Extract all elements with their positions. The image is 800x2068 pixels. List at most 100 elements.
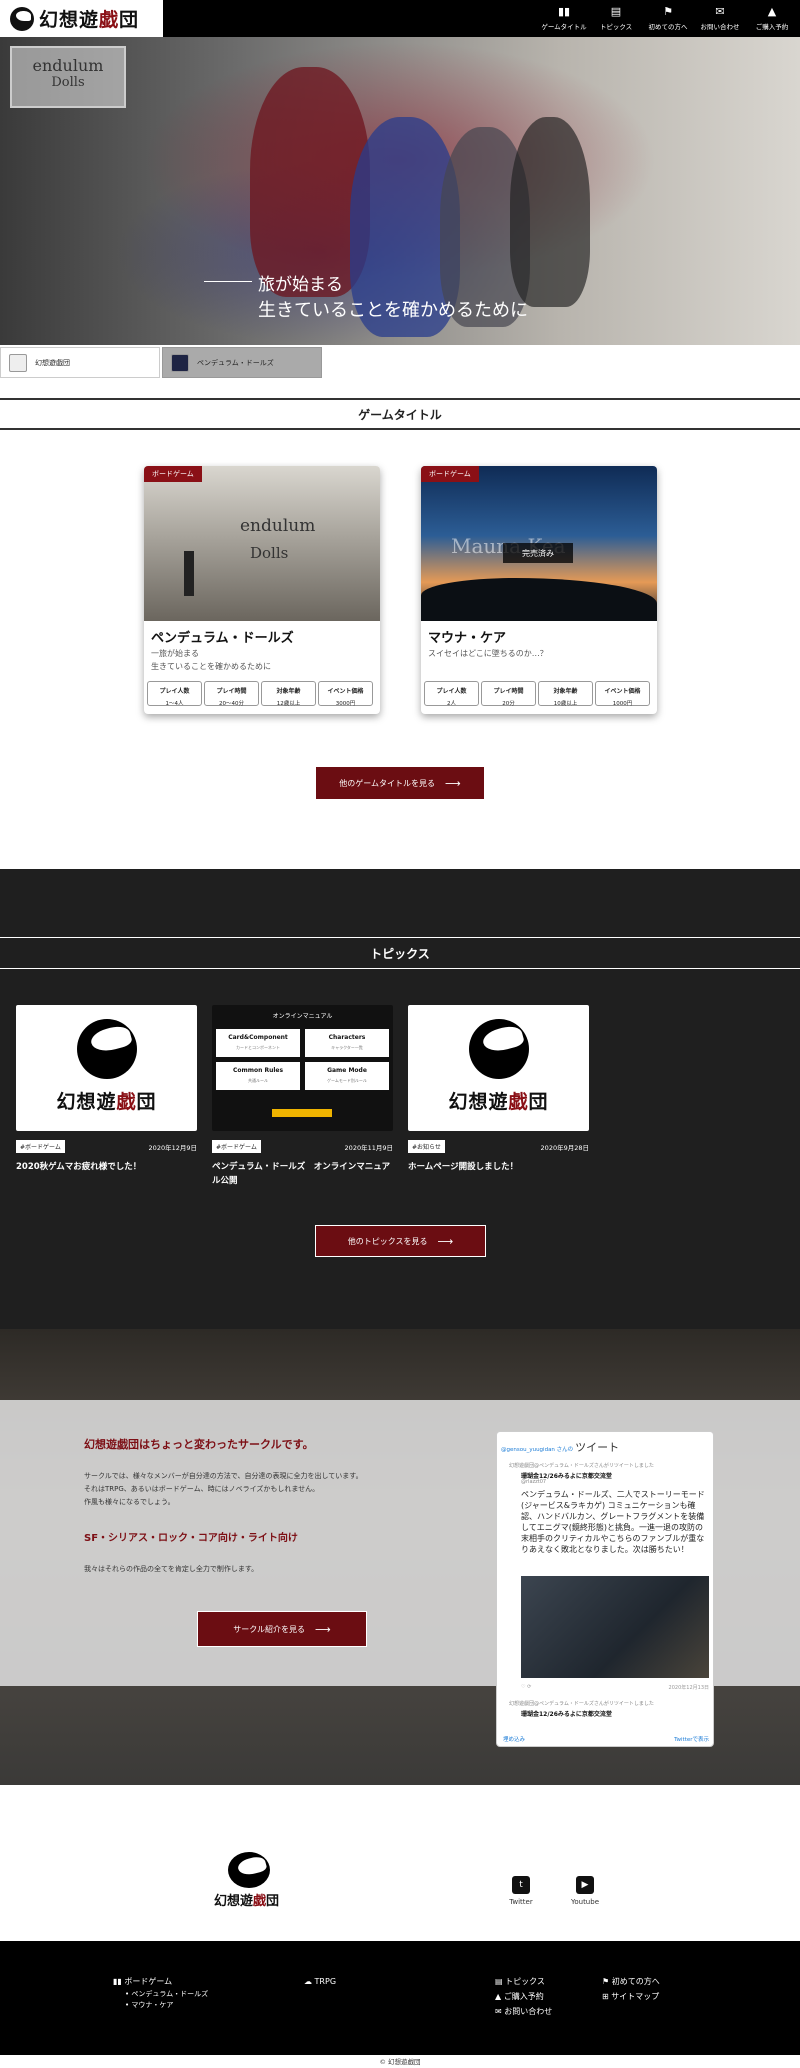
category-badge: ボードゲーム — [421, 466, 479, 482]
nav-game-titles[interactable]: ▮▮ ゲームタイトル — [540, 0, 588, 37]
category-badge: ボードゲーム — [144, 466, 202, 482]
footer-col-info: ▤ トピックス ▲ ご購入予約 ✉ お問い合わせ — [495, 1977, 553, 2016]
flag-icon: ⚑ — [663, 5, 673, 18]
site-footer: ▮▮ ボードゲーム • ペンデュラム・ドールズ • マウナ・ケア ☁ TRPG … — [0, 1941, 800, 2055]
global-nav: ▮▮ ゲームタイトル ▤ トピックス ⚑ 初めての方へ ✉ お問い合わせ ▲ ご購入予約 — [536, 0, 796, 37]
more-topics-button[interactable]: 他のトピックスを見る ⟶ — [315, 1225, 486, 1257]
twitter-timeline[interactable]: @gensou_yuugidan さんの ツイート 幻想遊戯団@ペンデュラム・ドー… — [496, 1431, 714, 1747]
topic-card[interactable]: 幻想遊戯団 #お知らせ 2020年9月28日 ホームページ開設しました！ — [408, 1005, 589, 1174]
hero-caption-1: 旅が始まる — [258, 275, 343, 295]
timeline-footer: 埋め込み Twitterで表示 — [503, 1737, 709, 1743]
section-heading-games: ゲームタイトル — [0, 398, 800, 430]
sold-out-label: 完売済み — [503, 543, 573, 563]
circle-logo-icon — [468, 1019, 529, 1079]
hero-character — [510, 117, 590, 307]
list-icon: ▤ — [495, 1977, 506, 1986]
timeline-title: @gensou_yuugidan さんの ツイート — [501, 1441, 620, 1454]
logo-text: 幻想遊戯団 — [39, 9, 140, 31]
chart-icon: ▮▮ — [113, 1977, 125, 1986]
bell-icon: ▲ — [767, 5, 777, 18]
caption-line — [204, 281, 252, 282]
topic-image: 幻想遊戯団 — [408, 1005, 589, 1131]
spec-age: 対象年齢 10歳以上 — [538, 681, 593, 707]
topic-title[interactable]: 2020秋ゲムマお疲れ様でした！ — [16, 1160, 197, 1174]
site-header: 幻想遊戯団 ▮▮ ゲームタイトル ▤ トピックス ⚑ 初めての方へ ✉ お問い合わせ ▲… — [0, 0, 800, 37]
tab-pendulum-dolls[interactable]: ペンデュラム・ドールズ — [162, 347, 322, 378]
twitter-icon: t — [512, 1876, 530, 1894]
topic-tag[interactable]: #ボードゲーム — [16, 1140, 65, 1153]
about-text-2: 我々はそれらの作品の全てを肯定し全力で制作します。 — [84, 1565, 259, 1573]
topic-date: 2020年12月9日 — [148, 1143, 197, 1152]
tweet-footer: ♡ ⟳ 2020年12月13日 — [521, 1684, 709, 1691]
mail-icon: ✉ — [715, 5, 725, 18]
island-silhouette — [421, 578, 657, 621]
game-specs: プレイ人数 1〜4人 プレイ時間 20〜40分 対象年齢 12歳以上 イベント価格 30… — [147, 681, 375, 707]
tweet-photo[interactable] — [521, 1576, 709, 1678]
game-desc: 一旅が始まる 生きていることを確かめるために — [151, 649, 271, 671]
youtube-link[interactable]: ▶ Youtube — [565, 1876, 605, 1906]
figure-silhouette — [184, 551, 194, 596]
more-games-button[interactable]: 他のゲームタイトルを見る ⟶ — [316, 767, 484, 799]
nav-beginners[interactable]: ⚑ 初めての方へ — [644, 0, 692, 37]
list-icon: ▤ — [610, 5, 622, 18]
about-text: サークルでは、様々なメンバーが自分達の方法で、自分達の表現に全力を出しています。… — [84, 1472, 363, 1506]
site-logo[interactable]: 幻想遊戯団 — [0, 0, 163, 37]
topic-card[interactable]: オンラインマニュアル Card&Component カードとコンポーネント Cha… — [212, 1005, 393, 1188]
topic-title[interactable]: ホームページ開設しました！ — [408, 1160, 589, 1174]
circle-logo-icon — [9, 353, 27, 372]
spec-players: プレイ人数 2人 — [424, 681, 479, 707]
game-name: ペンデュラム・ドールズ — [151, 631, 294, 646]
topic-date: 2020年9月28日 — [540, 1143, 589, 1152]
arrow-right-icon: ⟶ — [437, 1234, 454, 1248]
game-card[interactable]: Mauna Kea ボードゲーム 完売済み マウナ・ケア スイセイはどこに墜ちる… — [421, 466, 657, 714]
hero-caption-2: 生きていることを確かめるために — [258, 300, 528, 321]
manual-download-bar — [272, 1109, 332, 1117]
flag-icon: ⚑ — [602, 1977, 612, 1986]
nav-topics[interactable]: ▤ トピックス — [592, 0, 640, 37]
copyright: © 幻想遊戯団 — [379, 2058, 421, 2066]
tweet-handle: @rlazzt07 — [521, 1479, 547, 1485]
spec-age: 対象年齢 12歳以上 — [261, 681, 316, 707]
bell-icon: ▲ — [495, 1992, 504, 2001]
topic-image: オンラインマニュアル Card&Component カードとコンポーネント Cha… — [212, 1005, 393, 1131]
about-heading: 幻想遊戯団はちょっと変わったサークルです。 — [84, 1438, 314, 1451]
youtube-icon: ▶ — [576, 1876, 594, 1894]
twitter-link[interactable]: t Twitter — [501, 1876, 541, 1906]
retweet-note: 幻想遊戯団@ペンデュラム・ドールズさんがリツイートしました — [509, 1463, 654, 1469]
spec-players: プレイ人数 1〜4人 — [147, 681, 202, 707]
game-image: endulum Dolls — [144, 466, 380, 621]
retweet-note: 幻想遊戯団@ペンデュラム・ドールズさんがリツイートしました — [509, 1701, 654, 1707]
spec-price: イベント価格 3000円 — [318, 681, 373, 707]
topic-image: 幻想遊戯団 — [16, 1005, 197, 1131]
game-desc: スイセイはどこに墜ちるのか…？ — [428, 649, 548, 658]
footer-col-boardgame: ▮▮ ボードゲーム • ペンデュラム・ドールズ • マウナ・ケア — [113, 1977, 209, 2009]
tweet-body: ペンデュラム・ドールズ、二人でストーリーモード(ジャービス&ラキカゲ) コミュニ… — [521, 1490, 705, 1554]
nav-contact[interactable]: ✉ お問い合わせ — [696, 0, 744, 37]
game-thumb-icon — [171, 353, 189, 372]
hero-game-logo: endulum Dolls — [10, 46, 126, 108]
topic-card[interactable]: 幻想遊戯団 #ボードゲーム 2020年12月9日 2020秋ゲムマお疲れ様でした！ — [16, 1005, 197, 1174]
topic-tag[interactable]: #ボードゲーム — [212, 1140, 261, 1153]
about-section: 幻想遊戯団はちょっと変わったサークルです。 サークルでは、様々なメンバーが自分達… — [0, 1329, 800, 1785]
game-specs: プレイ人数 2人 プレイ時間 20分 対象年齢 10歳以上 イベント価格 1000円 — [424, 681, 652, 707]
arrow-right-icon: ⟶ — [444, 776, 461, 790]
spec-time: プレイ時間 20〜40分 — [204, 681, 259, 707]
arrow-right-icon: ⟶ — [314, 1622, 331, 1636]
topic-title[interactable]: ペンデュラム・ドールズ オンラインマニュアル公開 — [212, 1160, 393, 1188]
tweet-author[interactable]: 珊瑚金12/26みるよに京都交流堂 — [521, 1709, 612, 1718]
footer-logo[interactable]: 幻想遊戯団 — [214, 1852, 284, 1909]
game-card[interactable]: endulum Dolls ボードゲーム ペンデュラム・ドールズ 一旅が始まる生… — [144, 466, 380, 714]
spec-price: イベント価格 1000円 — [595, 681, 650, 707]
section-heading-topics: トピックス — [0, 937, 800, 969]
nav-purchase[interactable]: ▲ ご購入予約 — [748, 0, 796, 37]
circle-logo-icon — [76, 1019, 137, 1079]
logo-mark-icon — [10, 6, 34, 31]
about-circle-button[interactable]: サークル紹介を見る ⟶ — [197, 1611, 367, 1647]
topic-tag[interactable]: #お知らせ — [408, 1140, 445, 1153]
sitemap-icon: ⊞ — [602, 1992, 612, 2001]
game-name: マウナ・ケア — [428, 631, 507, 646]
tab-circle[interactable]: 幻想遊戯団 — [0, 347, 160, 378]
chart-icon: ▮▮ — [557, 5, 571, 18]
reply-icon: ♡ ⟳ — [521, 1684, 532, 1690]
topic-date: 2020年11月9日 — [344, 1143, 393, 1152]
